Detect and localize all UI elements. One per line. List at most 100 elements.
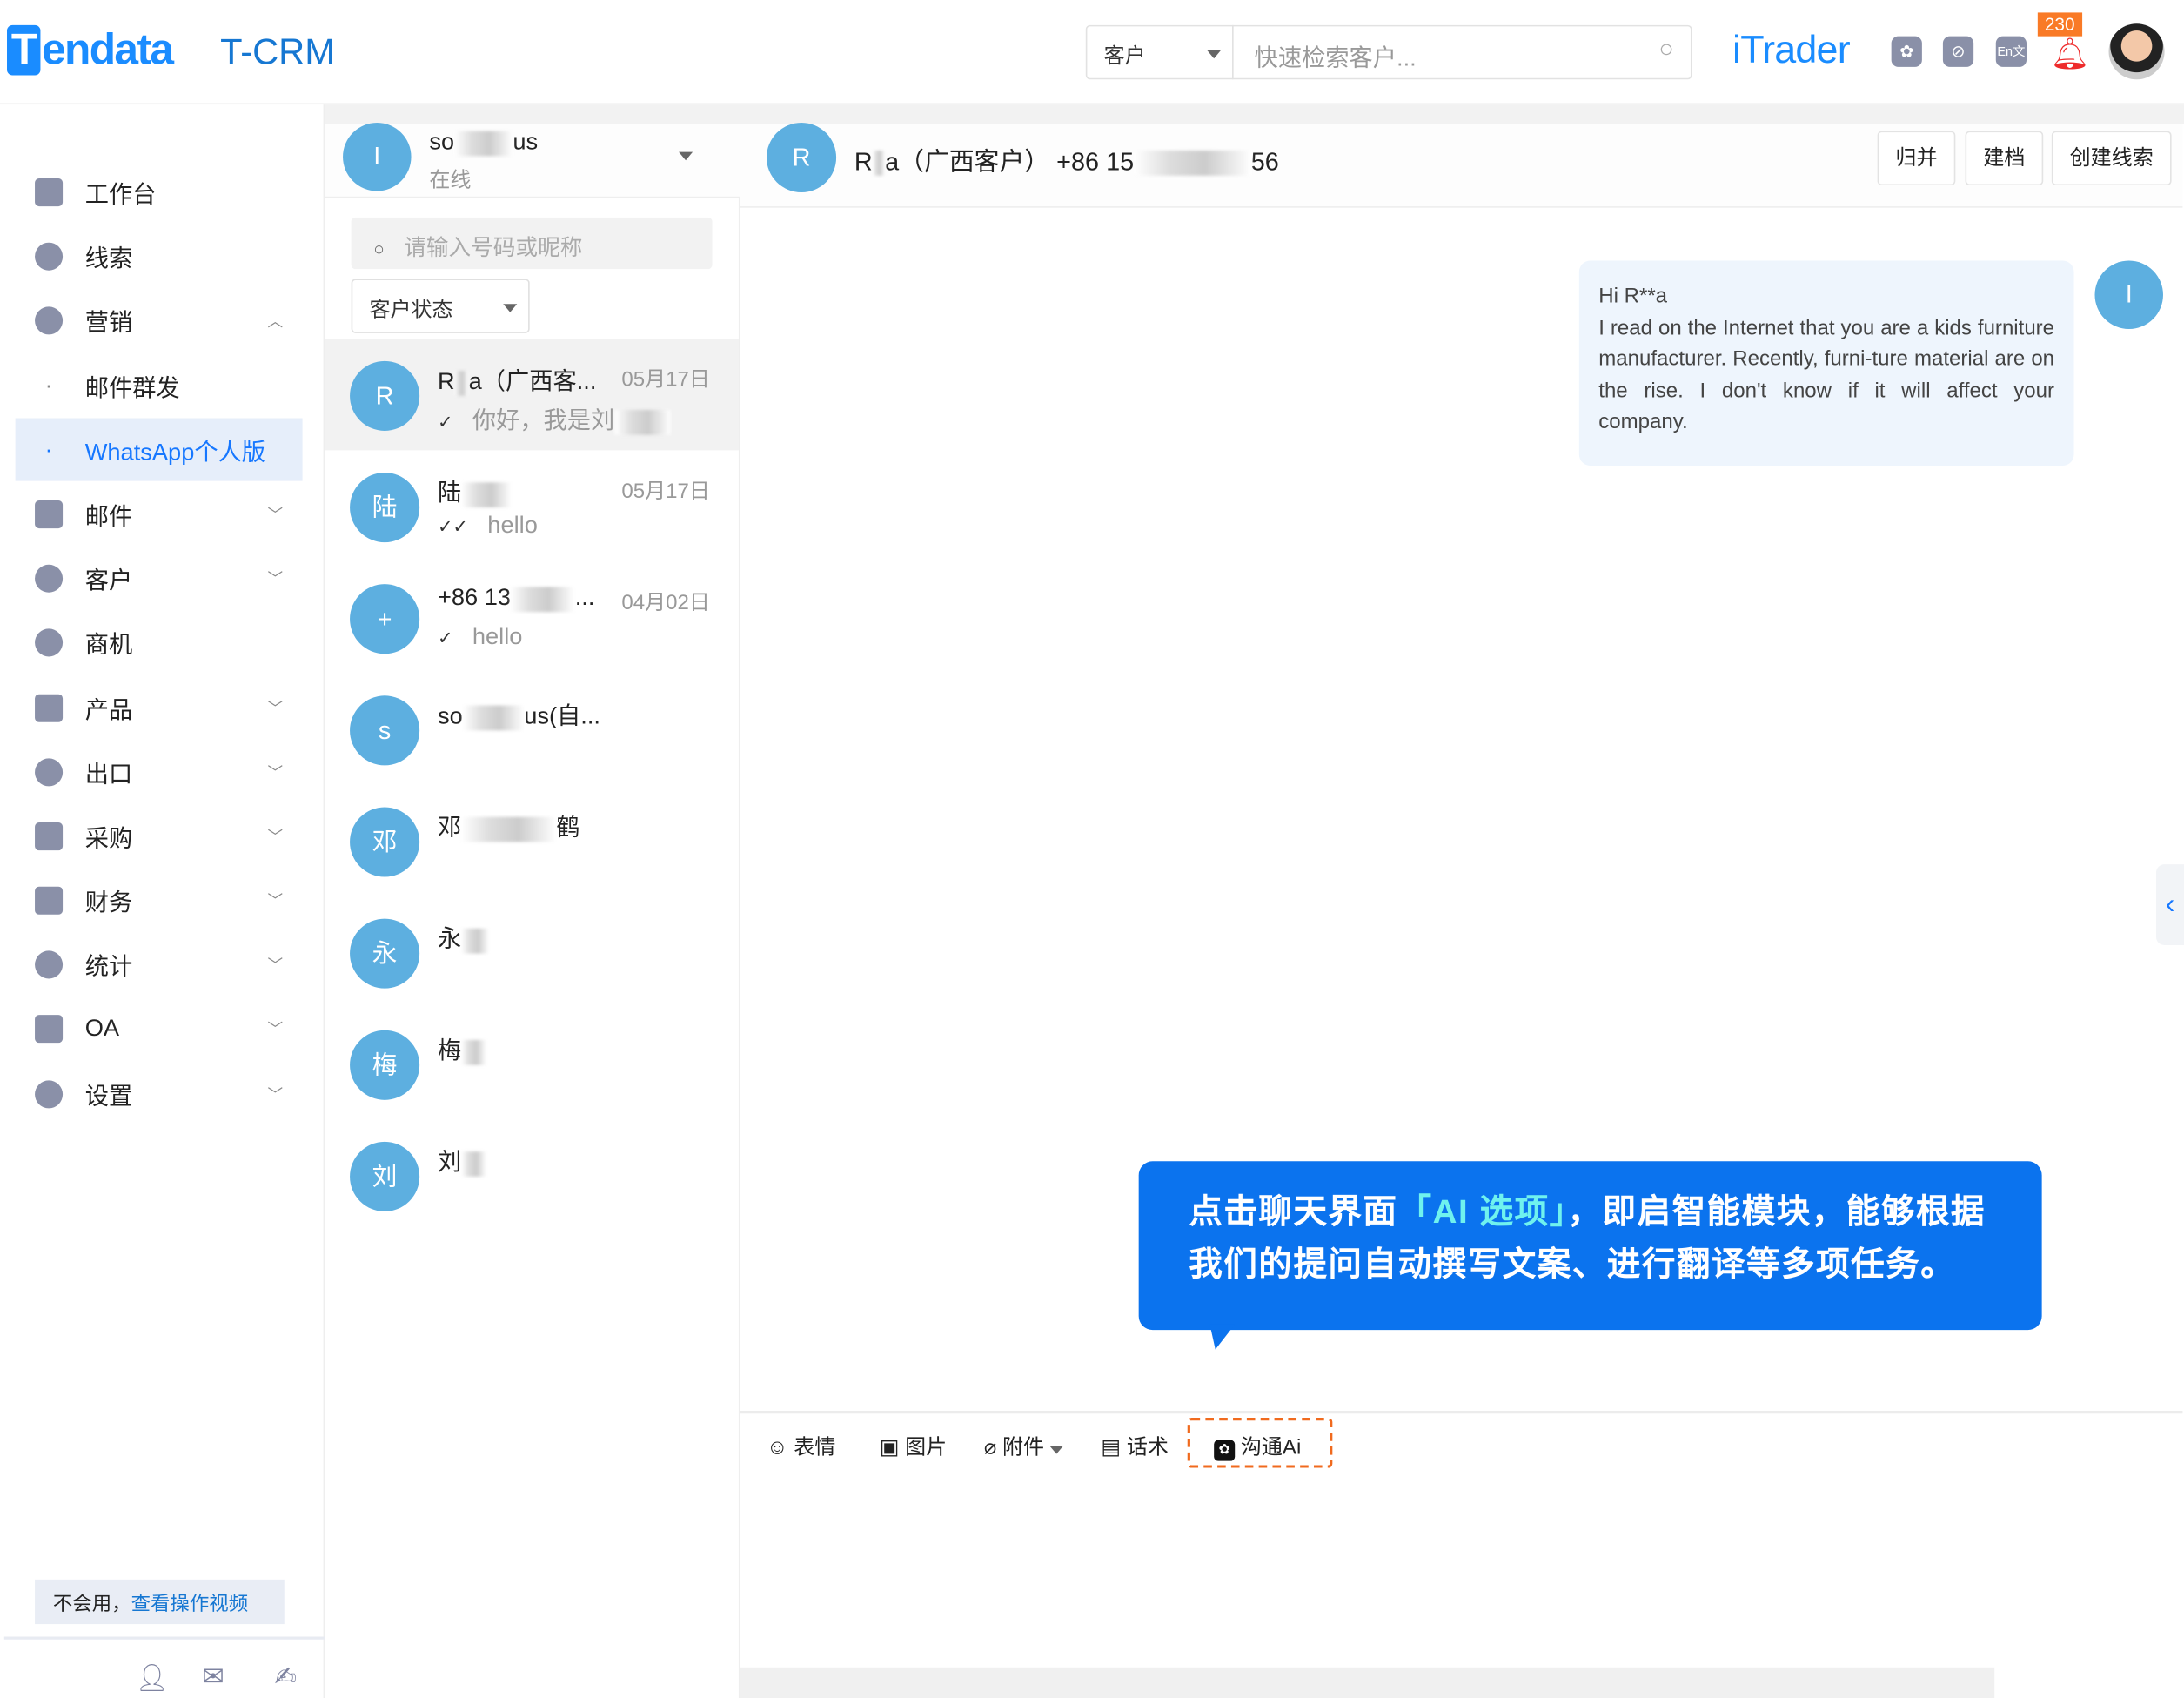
link-icon[interactable]: ⊘ [1942,36,1974,67]
search-icon[interactable]: ○ [1658,35,1673,64]
nav-label: 邮件 [84,503,133,530]
tool-label: 话术 [1126,1435,1169,1460]
gear-icon [35,1079,64,1108]
contact-search-input[interactable]: ○ 请输入号码或昵称 [351,217,713,270]
leads-icon [35,241,64,270]
create-lead-button[interactable]: 创建线索 [2051,131,2172,186]
contact-name: +86 13... [438,584,594,612]
chevron-down-icon: ﹀ [267,829,284,846]
sidebar-divider [3,1636,325,1640]
quick-search-input[interactable]: 快速检索客户... ○ [1231,24,1692,80]
chat-title: Ra（广西客户） +86 15 56 [854,142,1279,178]
archive-button[interactable]: 建档 [1965,131,2044,186]
emoji-button[interactable]: ☺ 表情 [767,1432,835,1461]
open-mail-icon[interactable]: ✉︎ [202,1661,224,1694]
sidebar-item-products[interactable]: 产品 ﹀ [16,676,303,739]
chevron-down-icon: ﹀ [267,956,284,974]
sidebar-item-mail[interactable]: 邮件 ﹀ [16,482,303,545]
nav-label: 统计 [84,953,133,981]
contact-avatar: R [350,360,420,431]
dashboard-icon [35,178,64,206]
name-start: 永 [437,925,462,953]
bullet-icon: · [44,371,53,399]
pie-icon [35,950,64,978]
toolbar-divider [740,1411,2183,1414]
notification-badge: 230 [2037,12,2082,37]
chevron-down-icon: ﹀ [267,892,284,910]
tendata-logo[interactable]: Tendata [7,24,174,76]
user-avatar[interactable] [2108,23,2165,80]
search-scope-value: 客户 [1103,44,1146,69]
name-start: 邓 [437,814,462,841]
sidebar-item-mass-mail[interactable]: · 邮件群发 [16,354,303,417]
contact-avatar: s [350,695,420,766]
chevron-down-icon: ﹀ [267,700,284,718]
tool-label: 表情 [794,1435,836,1460]
sidebar-item-oa[interactable]: OA ﹀ [16,997,303,1059]
chevron-down-icon: ﹀ [267,570,284,588]
contact-item[interactable]: 刘 刘 [325,1119,739,1231]
sidebar-item-opportunities[interactable]: 商机 [16,611,303,674]
sidebar-item-statistics[interactable]: 统计 ﹀ [16,933,303,996]
attachment-button[interactable]: ⌀ 附件 [984,1432,1064,1461]
contact-item[interactable]: 梅 梅 [325,1008,739,1119]
script-button[interactable]: ▤ 话术 [1101,1432,1168,1461]
contact-preview: ✓ 你好，我是刘 [438,400,671,435]
sidebar-item-workbench[interactable]: 工作台 [16,160,303,223]
sent-check-icon: ✓ [437,627,453,648]
message-greeting: Hi R**a [1598,284,1668,308]
contact-item[interactable]: 永 永 [325,896,739,1008]
nav-label: 财务 [84,889,133,916]
message-input[interactable] [740,1478,2183,1668]
preview-text: hello [472,623,523,650]
tutorial-video-link[interactable]: 查看操作视频 [131,1592,249,1614]
translate-icon[interactable]: En文 [1995,36,2027,67]
sidebar-item-leads[interactable]: 线索 [16,225,303,287]
feature-tooltip: 点击聊天界面「AI 选项」，即启智能模块，能够根据 我们的提问自动撰写文案、进行… [1138,1161,2042,1331]
preview-text: 你好，我是刘 [472,406,615,434]
sidebar-item-whatsapp[interactable]: · WhatsApp个人版 [15,418,303,481]
search-placeholder: 快速检索客户... [1254,44,1417,71]
chatgpt-icon[interactable]: ✿ [1891,36,1922,67]
sidebar-item-finance[interactable]: 财务 ﹀ [16,869,303,931]
contact-item[interactable]: 陆 陆 05月17日 ✓✓ hello [325,450,739,561]
help-box: 不会用，查看操作视频 [35,1579,285,1625]
tooltip-text: 点击聊天界面 [1189,1193,1398,1232]
sidebar-item-marketing[interactable]: 营销 ︿ [16,289,303,352]
name-end: a（广西客... [468,367,597,395]
contact-item[interactable]: + +86 13... 04月02日 ✓ hello [325,562,739,674]
search-scope-select[interactable]: 客户 [1085,24,1234,80]
caret-down-icon [1207,50,1222,59]
customer-status-select[interactable]: 客户状态 [351,279,530,333]
collapse-panel-handle[interactable]: ‹ [2155,864,2184,946]
chevron-down-icon: ﹀ [267,1086,284,1104]
nav-label: 商机 [84,631,133,659]
chatgpt-icon: ✿ [1214,1440,1236,1461]
sidebar-item-customers[interactable]: 客户 ﹀ [16,547,303,609]
contact-avatar: 邓 [350,807,420,877]
add-contact-icon[interactable]: 👤︎ [135,1661,169,1695]
nav-label: 采购 [84,825,133,852]
sidebar-item-export[interactable]: 出口 ﹀ [16,741,303,803]
sidebar-item-purchase[interactable]: 采购 ﹀ [16,804,303,867]
contact-item[interactable]: R Ra（广西客... 05月17日 ✓ 你好，我是刘 [325,339,739,451]
name-start: 梅 [437,1037,462,1064]
compose-mail-icon[interactable]: ✍︎ [275,1661,298,1694]
account-dropdown-icon[interactable] [679,151,693,161]
account-status: 在线 [429,168,472,193]
bell-icon[interactable]: 🔔︎ [2050,37,2089,73]
name-start: so [437,702,463,729]
contact-name: 永 [437,919,490,954]
itrader-logo[interactable]: iTrader [1732,28,1851,72]
paperclip-icon: ⌀ [983,1435,997,1460]
contact-name: 刘 [438,1142,487,1177]
tooltip-text: ，即启智能模块，能够根据 [1567,1193,1986,1232]
sidebar-item-settings[interactable]: 设置 ﹀ [16,1063,303,1125]
ai-assistant-button[interactable]: ✿ 沟通Ai [1214,1432,1301,1461]
contact-name: Ra（广西客... [438,361,596,396]
merge-button[interactable]: 归并 [1877,131,1956,186]
help-text: 不会用， [52,1592,131,1614]
contact-item[interactable]: s so us(自... [325,674,739,785]
image-button[interactable]: ▣ 图片 [880,1432,947,1461]
contact-item[interactable]: 邓 邓鹤 [325,785,739,896]
